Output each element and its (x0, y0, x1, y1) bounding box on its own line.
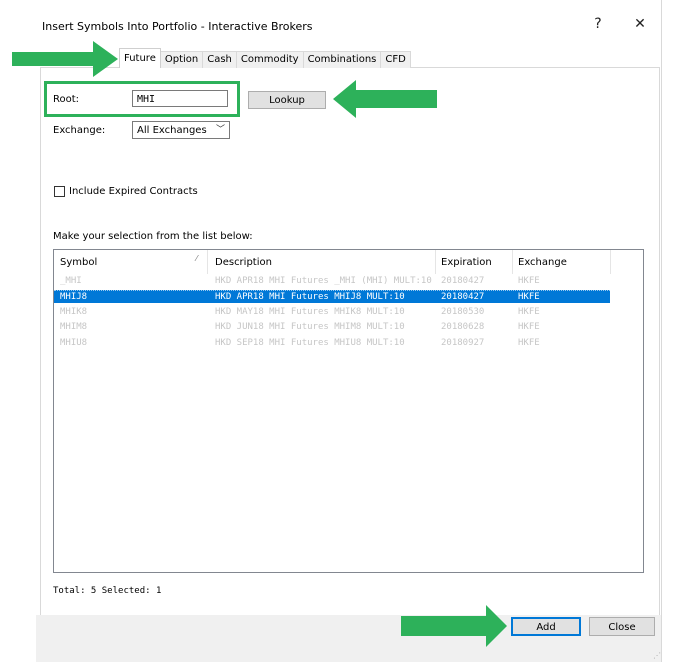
tab-future[interactable]: Future (119, 48, 161, 68)
arrow-to-future-tab-icon (12, 41, 118, 77)
root-highlight-box (44, 81, 240, 117)
arrow-to-lookup-icon (333, 80, 437, 118)
arrow-to-add-icon (401, 605, 507, 647)
